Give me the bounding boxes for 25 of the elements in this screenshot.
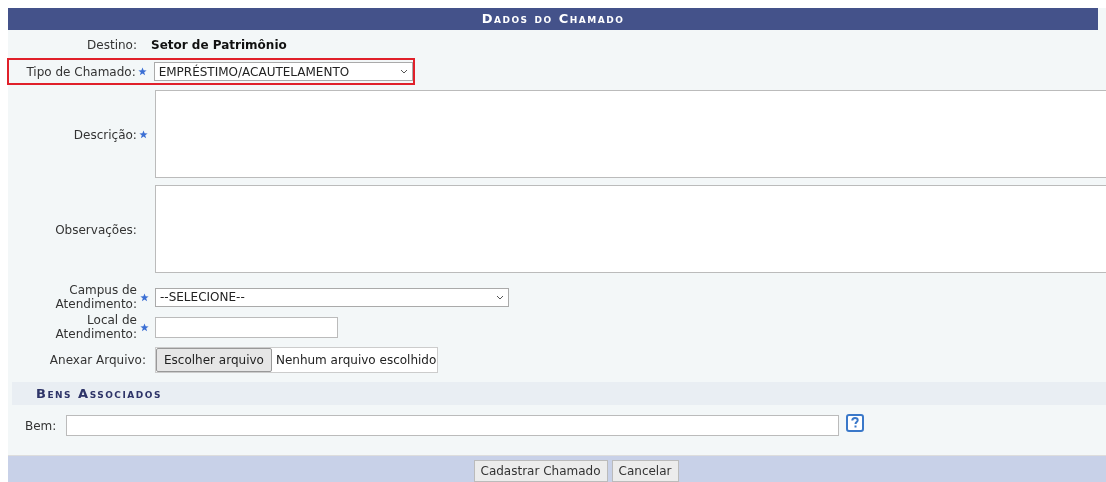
text-area[interactable] [154, 185, 1106, 273]
field-label: Destino: [86, 38, 137, 52]
section-header: Bens Associados [12, 382, 1106, 405]
field-label: Campus de Atendimento: [54, 283, 137, 311]
input-field[interactable] [66, 415, 839, 436]
field-label: Tipo de Chamado: [25, 64, 136, 79]
text-area[interactable] [154, 90, 1106, 178]
submit-button[interactable]: Cadastrar Chamado [473, 460, 608, 482]
field-label: Bem: [25, 418, 58, 433]
file-field[interactable]: Escolher arquivo Nenhum arquivo escolhido [155, 347, 439, 373]
field-label: Descrição: [72, 127, 137, 142]
field-label: Observações: [54, 222, 137, 237]
dropdown[interactable]: --SELECIONE-- [155, 287, 509, 307]
dropdown[interactable]: EMPRÉSTIMO/ACAUTELAMENTO [153, 62, 413, 81]
file-status: Nenhum arquivo escolhido [274, 352, 438, 369]
caret-icon [496, 294, 504, 300]
cancel-button[interactable]: Cancelar [611, 460, 679, 482]
help-icon[interactable] [846, 413, 864, 432]
input-field[interactable] [155, 316, 338, 338]
panel-header: Dados do Chamado [8, 8, 1098, 30]
choose-file-button[interactable]: Escolher arquivo [156, 348, 272, 372]
field-label: Anexar Arquivo: [48, 353, 147, 367]
destination-value: Setor de Patrimônio [151, 38, 287, 52]
field-label: Local de Atendimento: [54, 313, 137, 341]
caret-icon [400, 69, 408, 74]
